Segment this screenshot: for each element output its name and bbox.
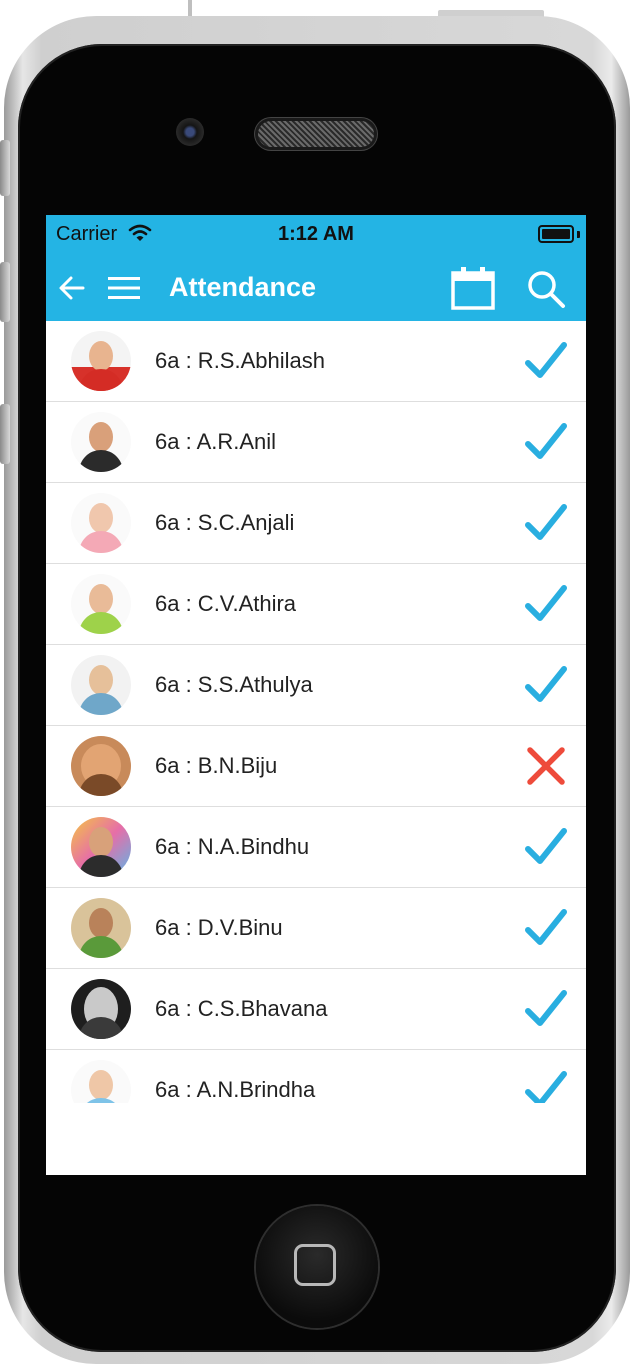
student-avatar <box>71 655 131 715</box>
student-name: 6a : S.S.Athulya <box>155 672 313 697</box>
student-name: 6a : N.A.Bindhu <box>155 834 310 859</box>
checkmark-icon[interactable] <box>524 906 568 950</box>
student-avatar <box>71 979 131 1039</box>
page-title: Attendance <box>169 272 317 302</box>
checkmark-icon[interactable] <box>524 339 568 383</box>
student-row[interactable]: 6a : N.A.Bindhu <box>46 807 586 888</box>
app-bar: Attendance <box>46 255 586 321</box>
student-avatar <box>71 736 131 796</box>
status-clock: 1:12 AM <box>278 223 354 245</box>
student-row[interactable]: 6a : C.S.Bhavana <box>46 969 586 1050</box>
checkmark-icon[interactable] <box>524 987 568 1031</box>
mute-switch <box>0 140 10 196</box>
student-avatar <box>71 574 131 634</box>
list-bottom-area <box>46 1103 586 1175</box>
student-name: 6a : R.S.Abhilash <box>155 348 325 373</box>
student-avatar <box>71 331 131 391</box>
checkmark-icon[interactable] <box>524 825 568 869</box>
checkmark-icon[interactable] <box>524 501 568 545</box>
student-row[interactable]: 6a : S.S.Athulya <box>46 645 586 726</box>
calendar-icon[interactable] <box>450 265 496 311</box>
student-avatar <box>71 493 131 553</box>
student-row[interactable]: 6a : C.V.Athira <box>46 564 586 645</box>
app-screen: Carrier 1:12 AM Attendance 6a: R.S.Abhi… <box>46 215 586 1175</box>
student-name: 6a : C.S.Bhavana <box>155 996 328 1021</box>
battery-icon <box>538 225 574 243</box>
status-bar: Carrier 1:12 AM <box>46 215 586 255</box>
home-button[interactable] <box>256 1206 378 1328</box>
student-list: 6a : R.S.Abhilash 6a : A.R.Anil 6a : S.C… <box>46 321 586 1131</box>
front-camera <box>176 118 204 146</box>
student-name: 6a : C.V.Athira <box>155 591 297 616</box>
battery-tip <box>577 231 580 238</box>
checkmark-icon[interactable] <box>524 420 568 464</box>
student-row[interactable]: 6a : R.S.Abhilash <box>46 321 586 402</box>
checkmark-icon[interactable] <box>524 582 568 626</box>
hamburger-menu-icon[interactable] <box>108 276 140 300</box>
student-row[interactable]: 6a : A.R.Anil <box>46 402 586 483</box>
checkmark-icon[interactable] <box>524 663 568 707</box>
cross-icon[interactable] <box>524 744 568 788</box>
arrow-left-icon[interactable] <box>58 275 86 301</box>
student-avatar <box>71 898 131 958</box>
student-name: 6a : A.R.Anil <box>155 429 277 454</box>
student-name: 6a : B.N.Biju <box>155 753 278 778</box>
home-square-icon <box>294 1244 336 1286</box>
student-avatar <box>71 412 131 472</box>
student-avatar <box>71 817 131 877</box>
student-name: 6a : D.V.Binu <box>155 915 283 940</box>
student-row[interactable]: 6a : B.N.Biju <box>46 726 586 807</box>
student-row[interactable]: 6a : S.C.Anjali <box>46 483 586 564</box>
student-name: 6a : S.C.Anjali <box>155 510 295 535</box>
student-name: 6a : A.N.Brindha <box>155 1077 316 1102</box>
search-icon[interactable] <box>526 269 566 309</box>
volume-down-button <box>0 404 10 464</box>
student-row[interactable]: 6a : D.V.Binu <box>46 888 586 969</box>
volume-up-button <box>0 262 10 322</box>
earpiece-speaker <box>258 121 374 147</box>
